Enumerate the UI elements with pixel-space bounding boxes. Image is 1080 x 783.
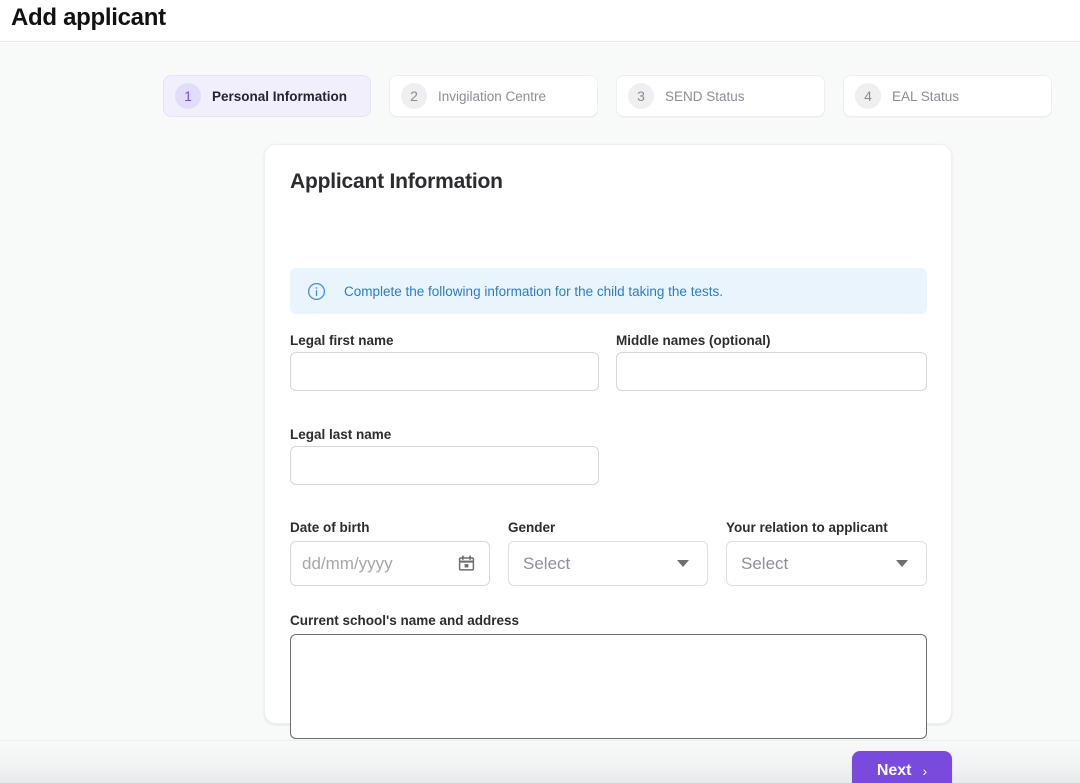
step-number-4: 4 xyxy=(855,83,881,109)
next-button-label: Next xyxy=(877,762,912,780)
info-banner: Complete the following information for t… xyxy=(290,268,927,314)
relation-select-value: Select xyxy=(727,554,896,574)
step-tab-send-status[interactable]: 3 SEND Status xyxy=(616,75,825,117)
card-title: Applicant Information xyxy=(290,170,503,194)
label-middle-names: Middle names (optional) xyxy=(616,333,771,348)
page-title: Add applicant xyxy=(11,4,166,32)
next-button[interactable]: Next › xyxy=(852,751,952,783)
page-header: Add applicant xyxy=(0,0,1080,42)
middle-names-input[interactable] xyxy=(616,352,927,391)
step-number-1: 1 xyxy=(175,83,201,109)
step-label-3: SEND Status xyxy=(665,89,745,104)
info-circle-icon xyxy=(307,282,326,301)
label-current-school: Current school's name and address xyxy=(290,613,519,628)
label-legal-first-name: Legal first name xyxy=(290,333,394,348)
current-school-textarea[interactable] xyxy=(290,634,927,739)
step-label-2: Invigilation Centre xyxy=(438,89,546,104)
legal-last-name-input[interactable] xyxy=(290,446,599,485)
page-body: 1 Personal Information 2 Invigilation Ce… xyxy=(0,43,1080,740)
wizard-stepper: 1 Personal Information 2 Invigilation Ce… xyxy=(163,75,1052,117)
step-label-4: EAL Status xyxy=(892,89,959,104)
label-date-of-birth: Date of birth xyxy=(290,520,370,535)
gender-select-value: Select xyxy=(509,554,677,574)
date-of-birth-placeholder: dd/mm/yyyy xyxy=(291,554,458,574)
step-label-1: Personal Information xyxy=(212,89,347,104)
chevron-down-icon xyxy=(677,560,689,567)
applicant-information-card: Applicant Information Complete the follo… xyxy=(264,144,952,724)
add-applicant-page: Add applicant 1 Personal Information 2 I… xyxy=(0,0,1080,783)
info-banner-text: Complete the following information for t… xyxy=(344,284,723,299)
step-number-3: 3 xyxy=(628,83,654,109)
chevron-down-icon xyxy=(896,560,908,567)
step-tab-invigilation-centre[interactable]: 2 Invigilation Centre xyxy=(389,75,598,117)
step-tab-personal-information[interactable]: 1 Personal Information xyxy=(163,75,371,117)
chevron-right-icon: › xyxy=(923,764,928,778)
label-gender: Gender xyxy=(508,520,555,535)
label-legal-last-name: Legal last name xyxy=(290,427,391,442)
legal-first-name-input[interactable] xyxy=(290,352,599,391)
date-of-birth-input[interactable]: dd/mm/yyyy xyxy=(290,541,490,586)
step-number-2: 2 xyxy=(401,83,427,109)
gender-select[interactable]: Select xyxy=(508,541,708,586)
label-relation-to-applicant: Your relation to applicant xyxy=(726,520,888,535)
relation-to-applicant-select[interactable]: Select xyxy=(726,541,927,586)
step-tab-eal-status[interactable]: 4 EAL Status xyxy=(843,75,1052,117)
calendar-icon[interactable] xyxy=(458,555,475,572)
